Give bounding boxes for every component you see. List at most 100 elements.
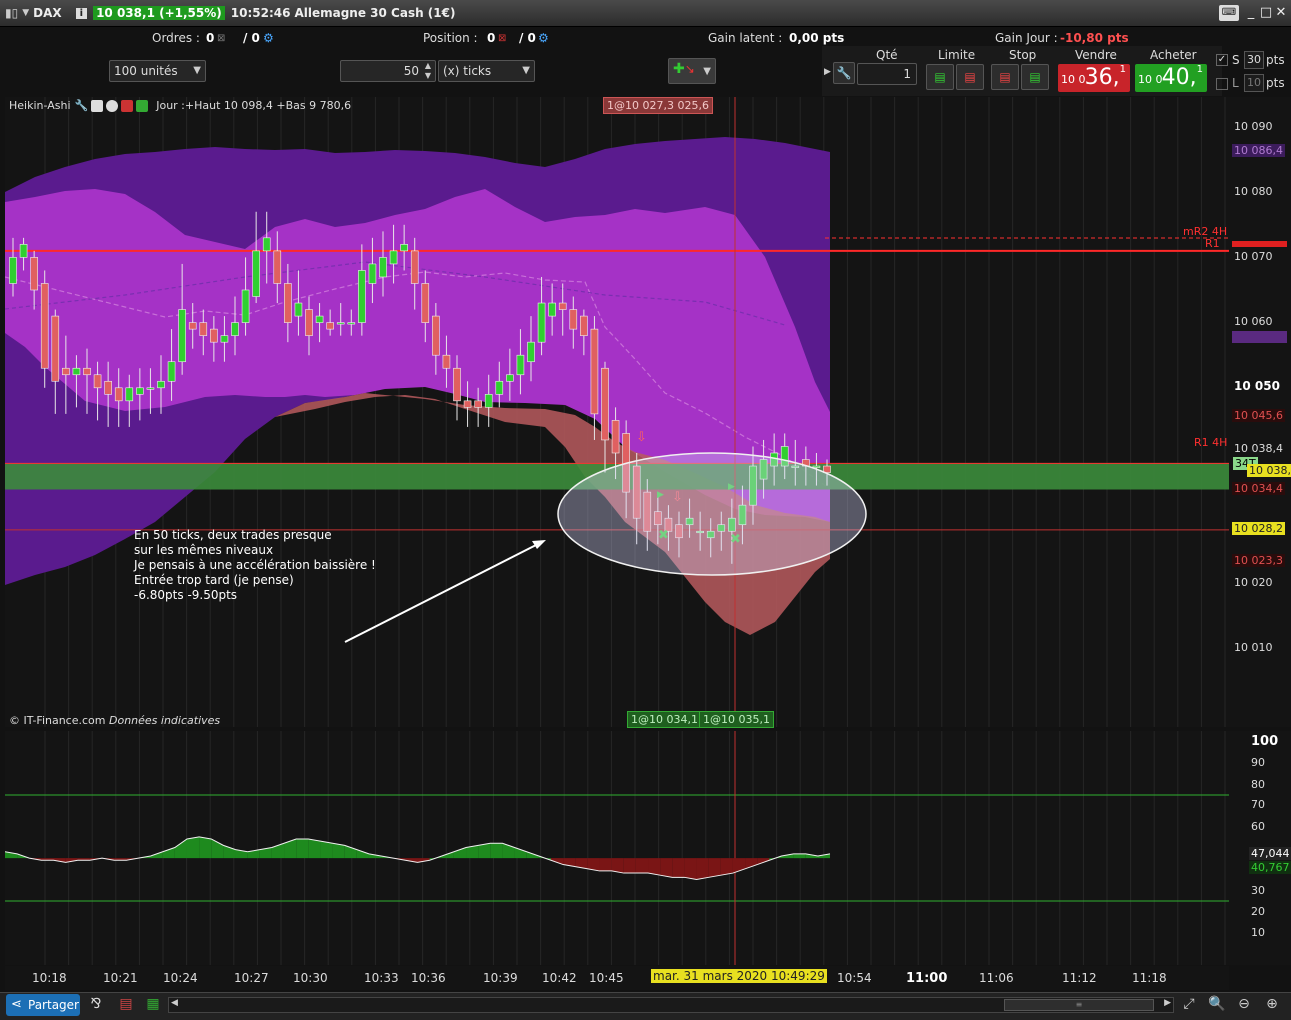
legend-title[interactable]: Heikin-Ashi: [9, 99, 71, 112]
resistance-box: [1232, 241, 1287, 247]
candle-up: [9, 257, 17, 284]
clock-time: 10:52:46: [230, 6, 291, 20]
candle-up: [548, 302, 556, 317]
minimize-icon[interactable]: _: [1243, 5, 1259, 21]
oscillator-fill: [623, 858, 636, 874]
price-axis[interactable]: 10 090 10 086,4 10 080 10 070 10 060 10 …: [1229, 97, 1291, 727]
scroll-left-icon[interactable]: ◀: [171, 998, 178, 1008]
sell-header: Vendre: [1075, 48, 1117, 62]
candle-down: [273, 250, 282, 284]
bottom-toolbar: ⋖ Partager ⅋ ▤ ▦ ◀ ≡ ▶ ⤢ 🔍 ⊖ ⊕: [0, 992, 1291, 1020]
qty-input[interactable]: 1: [857, 63, 917, 85]
window-icon[interactable]: [91, 99, 104, 112]
oscillator-fill: [296, 838, 309, 859]
units-select[interactable]: 100 unités ▼: [109, 60, 206, 82]
buy-button[interactable]: 10 0 40,1: [1135, 64, 1207, 92]
order-tag-top[interactable]: 1@10 027,3 025,6: [603, 97, 713, 114]
close-icon[interactable]: ✕: [1273, 5, 1289, 21]
stepper-icon[interactable]: ▲ ▼: [425, 61, 431, 81]
time-tick-major: 11:00: [906, 971, 948, 986]
oscillator-fill: [186, 836, 200, 859]
price-tick: 10 060: [1234, 315, 1273, 328]
fit-icon[interactable]: ⤢: [1179, 996, 1199, 1014]
units-value: 100 unités: [114, 64, 178, 78]
position-close-icon[interactable]: ⊠: [498, 33, 506, 44]
position-gear-icon[interactable]: ⚙: [538, 31, 549, 45]
annotation-line: Entrée trop tard (je pense): [134, 573, 294, 587]
collapse-arrow-icon[interactable]: ▶: [824, 67, 831, 77]
time-tick: 10:39: [483, 971, 518, 985]
order-tag-bottom-2[interactable]: 1@10 035,1: [699, 711, 774, 728]
export-icon[interactable]: [121, 99, 134, 112]
stop-buy-icon[interactable]: ▤: [991, 64, 1019, 90]
price-chart[interactable]: ⇩ ⇩ ✖ ✖ ▶ ▶ mR2 4H R1 R1 4H: [5, 97, 1229, 727]
candle-down: [601, 367, 609, 441]
trend-icon: ↘: [684, 62, 695, 76]
horizontal-scrollbar[interactable]: ◀ ≡ ▶: [168, 997, 1174, 1013]
oscillator-fill: [490, 843, 503, 859]
candle-up: [484, 394, 493, 408]
candle-up: [294, 302, 303, 317]
close-circle-icon[interactable]: [106, 99, 119, 112]
limit-sell-icon[interactable]: ▤: [956, 64, 984, 90]
orders-cancel-icon[interactable]: ⊠: [217, 33, 225, 44]
orders-gear-icon[interactable]: ⚙: [263, 31, 274, 45]
band-top-box: 10 086,4: [1232, 144, 1285, 157]
time-axis[interactable]: 10:18 10:21 10:24 10:27 10:30 10:33 10:3…: [5, 966, 1229, 990]
chevron-down-icon: ▼: [703, 66, 711, 77]
candle-up: [368, 263, 377, 284]
candle-down: [210, 328, 218, 343]
candle-down: [83, 367, 91, 376]
maximize-icon[interactable]: □: [1258, 5, 1274, 21]
band-mid-box: [1232, 331, 1287, 343]
chevron-down-icon[interactable]: ▼: [22, 8, 29, 18]
oscillator-fill: [648, 858, 661, 876]
indicators-icon[interactable]: ⅋: [86, 996, 106, 1014]
l-input[interactable]: 10: [1244, 74, 1264, 92]
candle-up: [537, 302, 546, 343]
band-low-box: 10 023,3: [1232, 554, 1285, 567]
add-icon[interactable]: [136, 99, 149, 112]
price-tick: 10 010: [1234, 641, 1273, 654]
keyboard-icon[interactable]: ⌨: [1219, 5, 1239, 21]
sell-button[interactable]: 10 0 36,1: [1058, 64, 1130, 92]
info-icon[interactable]: i: [75, 7, 88, 19]
share-button[interactable]: ⋖ Partager: [6, 994, 80, 1016]
s-input[interactable]: 30: [1244, 51, 1264, 69]
ticks-input[interactable]: 50 ▲ ▼: [340, 60, 436, 82]
wrench-icon[interactable]: 🔧: [75, 99, 89, 112]
scroll-right-icon[interactable]: ▶: [1164, 998, 1171, 1008]
zoom-out-icon[interactable]: ⊖: [1234, 996, 1254, 1014]
limit-buy-icon[interactable]: ▤: [926, 64, 954, 90]
oscillator-fill: [672, 858, 685, 878]
copyright-note: Données indicatives: [109, 714, 221, 727]
position-value: 0: [487, 31, 496, 45]
wrench-icon[interactable]: 🔧: [833, 62, 855, 84]
candle-up: [527, 341, 535, 363]
scroll-thumb[interactable]: ≡: [1004, 999, 1154, 1011]
ticks-mode-select[interactable]: (x) ticks ▼: [438, 60, 535, 82]
indicator-value-1: 47,044: [1249, 847, 1291, 860]
chart-type-icon[interactable]: ▮▯: [5, 6, 18, 20]
oscillator-fill: [745, 858, 758, 869]
table-icon[interactable]: ▦: [143, 996, 163, 1014]
candle-down: [199, 322, 208, 336]
book-icon[interactable]: ▤: [116, 996, 136, 1014]
order-tag-bottom-1[interactable]: 1@10 034,1: [627, 711, 702, 728]
zoom-area-icon[interactable]: 🔍: [1207, 996, 1227, 1014]
annotation-line: Je pensais à une accélération baissière …: [134, 558, 376, 572]
annotation-line: -6.80pts -9.50pts: [134, 588, 238, 602]
stop-loss-checkbox[interactable]: ✓: [1216, 54, 1228, 66]
candle-down: [474, 400, 482, 408]
time-tick: 11:12: [1062, 971, 1097, 985]
ticks-mode-value: (x) ticks: [443, 64, 492, 78]
strategy-button[interactable]: ✚↘ ▼: [668, 58, 716, 84]
take-profit-checkbox[interactable]: [1216, 78, 1228, 90]
zoom-in-icon[interactable]: ⊕: [1262, 996, 1282, 1014]
indicator-panel[interactable]: [5, 731, 1229, 965]
qty-header: Qté: [876, 48, 898, 62]
indicator-tick: 30: [1251, 884, 1265, 897]
symbol-name[interactable]: DAX: [33, 6, 62, 20]
stop-sell-icon[interactable]: ▤: [1021, 64, 1049, 90]
time-tick: 10:24: [163, 971, 198, 985]
